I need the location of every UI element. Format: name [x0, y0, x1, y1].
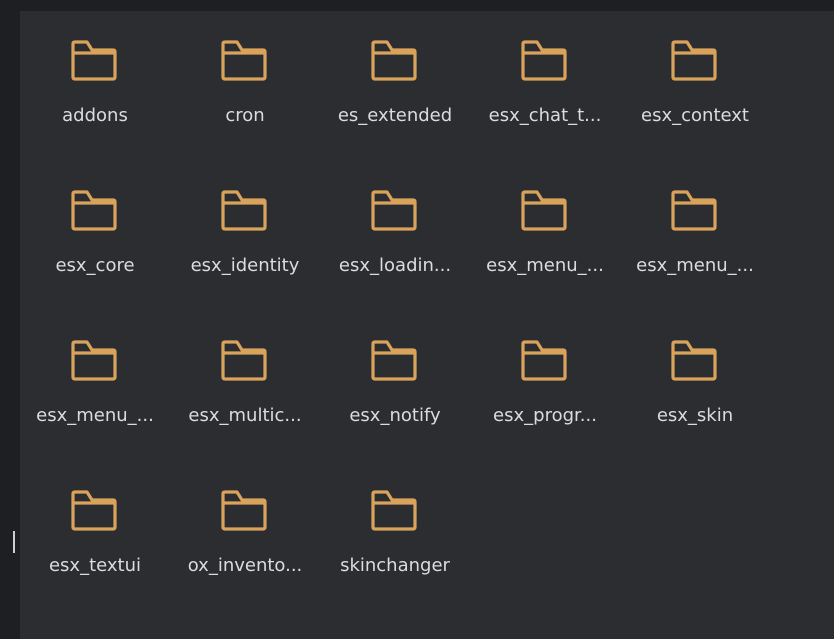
folder-label: esx_multic...: [188, 405, 302, 426]
folder-icon: [71, 340, 117, 381]
folder-label: esx_chat_t...: [488, 105, 602, 126]
left-edge-strip: [0, 0, 20, 639]
folder-item[interactable]: esx_loadin...: [320, 161, 470, 311]
folder-icon: [71, 490, 117, 531]
folder-item[interactable]: esx_core: [20, 161, 170, 311]
folder-icon: [671, 190, 717, 231]
folder-label: esx_progr...: [493, 405, 597, 426]
folder-icon: [221, 190, 267, 231]
folder-icon: [371, 40, 417, 81]
folder-grid: addons cron es_extended esx_chat_t... es…: [20, 11, 770, 611]
folder-label: esx_menu_...: [636, 255, 754, 276]
folder-label: esx_menu_...: [486, 255, 604, 276]
folder-item[interactable]: skinchanger: [320, 461, 470, 611]
folder-item[interactable]: esx_identity: [170, 161, 320, 311]
folder-label: es_extended: [337, 105, 453, 126]
folder-icon: [221, 340, 267, 381]
folder-item[interactable]: esx_chat_t...: [470, 11, 620, 161]
folder-label: esx_loadin...: [338, 255, 452, 276]
folder-label: ox_invento...: [187, 555, 303, 576]
folder-label: esx_identity: [190, 255, 300, 276]
file-browser-panel: addons cron es_extended esx_chat_t... es…: [20, 11, 834, 639]
folder-icon: [521, 40, 567, 81]
folder-icon: [221, 40, 267, 81]
folder-icon: [371, 490, 417, 531]
folder-item[interactable]: esx_menu_...: [20, 311, 170, 461]
folder-label: esx_skin: [656, 405, 734, 426]
folder-icon: [521, 340, 567, 381]
folder-label: esx_context: [641, 105, 749, 126]
folder-label: addons: [62, 105, 128, 126]
folder-icon: [221, 490, 267, 531]
folder-item[interactable]: esx_context: [620, 11, 770, 161]
folder-label: cron: [225, 105, 265, 126]
folder-item[interactable]: ox_invento...: [170, 461, 320, 611]
folder-icon: [371, 340, 417, 381]
folder-label: skinchanger: [340, 555, 450, 576]
folder-item[interactable]: esx_menu_...: [470, 161, 620, 311]
folder-item[interactable]: esx_textui: [20, 461, 170, 611]
folder-icon: [671, 40, 717, 81]
folder-label: esx_textui: [48, 555, 142, 576]
folder-item[interactable]: esx_skin: [620, 311, 770, 461]
folder-label: esx_notify: [349, 405, 441, 426]
folder-item[interactable]: esx_multic...: [170, 311, 320, 461]
folder-item[interactable]: esx_notify: [320, 311, 470, 461]
folder-item[interactable]: addons: [20, 11, 170, 161]
folder-icon: [521, 190, 567, 231]
folder-item[interactable]: cron: [170, 11, 320, 161]
top-edge-strip: [20, 0, 834, 11]
folder-item[interactable]: esx_menu_...: [620, 161, 770, 311]
folder-label: esx_core: [55, 255, 135, 276]
folder-icon: [71, 40, 117, 81]
folder-icon: [71, 190, 117, 231]
folder-icon: [371, 190, 417, 231]
folder-icon: [671, 340, 717, 381]
text-caret: [13, 531, 15, 553]
folder-item[interactable]: esx_progr...: [470, 311, 620, 461]
folder-item[interactable]: es_extended: [320, 11, 470, 161]
folder-label: esx_menu_...: [36, 405, 154, 426]
